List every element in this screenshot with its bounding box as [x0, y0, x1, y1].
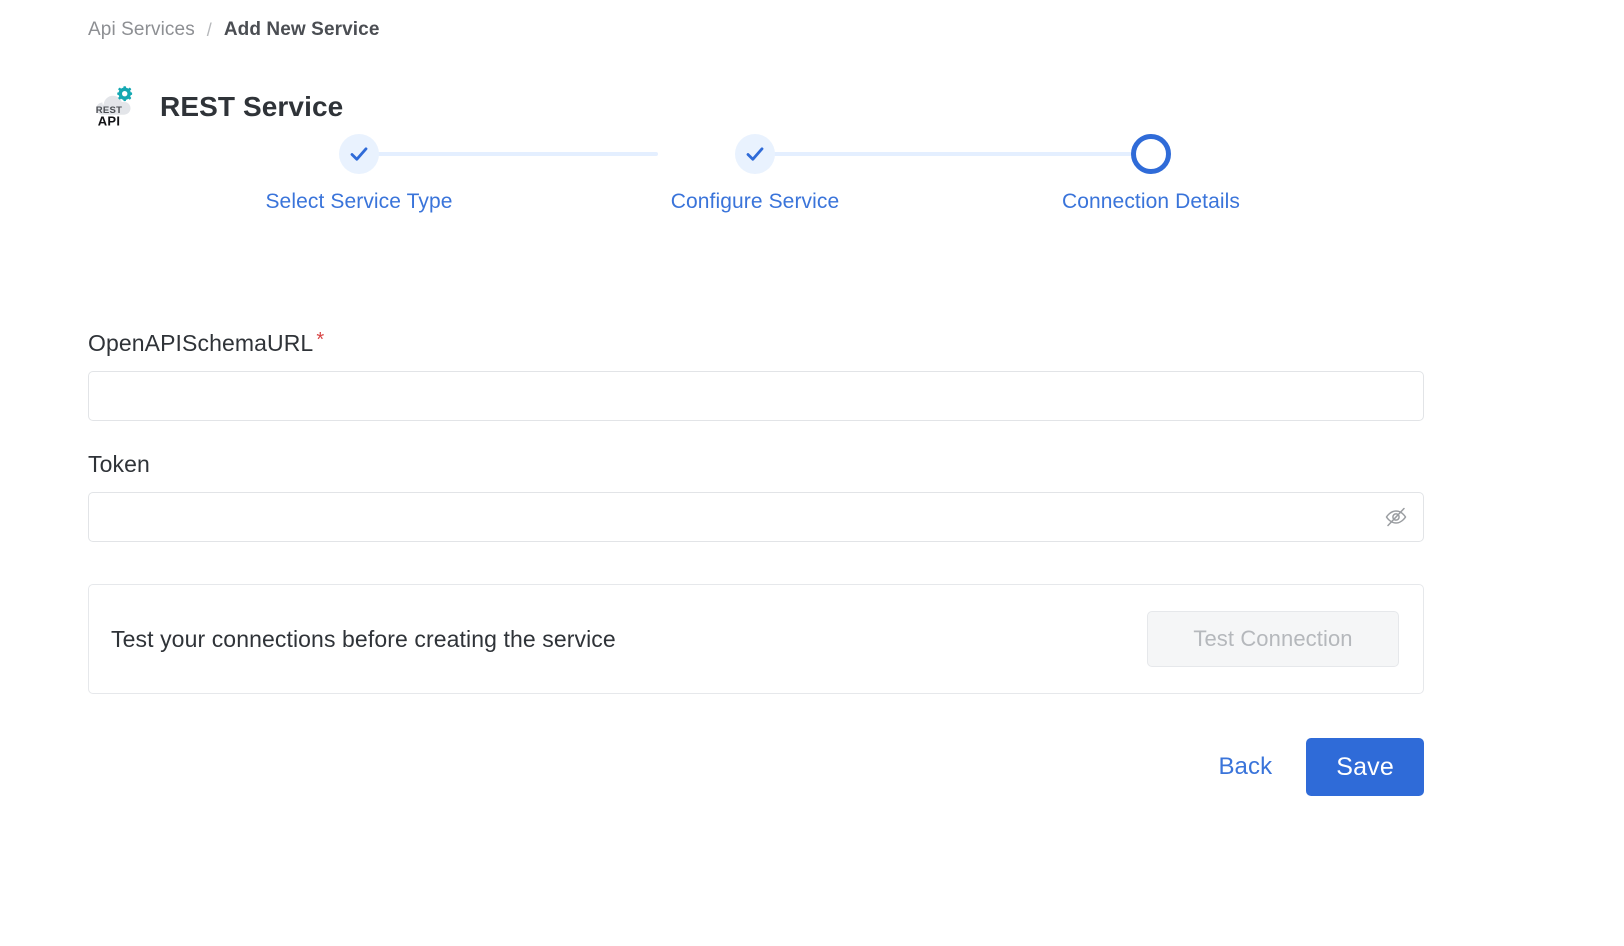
breadcrumb-current-add-new-service: Add New Service: [224, 16, 380, 44]
label-text: OpenAPISchemaURL: [88, 330, 313, 356]
stepper-step-select-service-type[interactable]: Select Service Type: [259, 134, 459, 214]
rest-api-cloud-icon: REST API: [88, 82, 138, 132]
breadcrumb-link-api-services[interactable]: Api Services: [88, 16, 195, 44]
add-service-page: Api Services / Add New Service: [0, 0, 1624, 946]
back-button[interactable]: Back: [1212, 745, 1278, 789]
stepper-label-2: Configure Service: [655, 190, 855, 214]
test-connection-button[interactable]: Test Connection: [1147, 611, 1399, 667]
circle-icon: [1131, 134, 1171, 174]
test-connection-panel: Test your connections before creating th…: [88, 584, 1424, 694]
field-token: Token: [88, 451, 1424, 542]
test-connection-message: Test your connections before creating th…: [111, 626, 616, 653]
openapi-schema-url-input[interactable]: [88, 371, 1424, 421]
form-footer: Back Save: [88, 738, 1424, 796]
required-asterisk: *: [316, 329, 324, 351]
connection-details-form: OpenAPISchemaURL* Token Test: [88, 330, 1424, 796]
openapi-schema-url-input-wrap: [88, 371, 1424, 421]
stepper-label-3: Connection Details: [1051, 190, 1251, 214]
stepper-step-configure-service[interactable]: Configure Service: [655, 134, 855, 214]
stepper-label-1: Select Service Type: [259, 190, 459, 214]
check-icon: [735, 134, 775, 174]
openapi-schema-url-label: OpenAPISchemaURL*: [88, 330, 1424, 357]
svg-text:API: API: [98, 113, 121, 128]
page-title: REST Service: [160, 91, 343, 123]
token-input-wrap: [88, 492, 1424, 542]
token-input[interactable]: [88, 492, 1424, 542]
service-header: REST API REST Service: [88, 72, 343, 142]
breadcrumb-separator: /: [207, 16, 212, 44]
wizard-stepper: Select Service Type Configure Service Co…: [260, 134, 1260, 230]
breadcrumb: Api Services / Add New Service: [88, 16, 379, 44]
token-label: Token: [88, 451, 1424, 478]
check-icon: [339, 134, 379, 174]
field-openapi-schema-url: OpenAPISchemaURL*: [88, 330, 1424, 421]
save-button[interactable]: Save: [1306, 738, 1424, 796]
stepper-step-connection-details[interactable]: Connection Details: [1051, 134, 1251, 214]
eye-off-icon[interactable]: [1382, 503, 1410, 531]
